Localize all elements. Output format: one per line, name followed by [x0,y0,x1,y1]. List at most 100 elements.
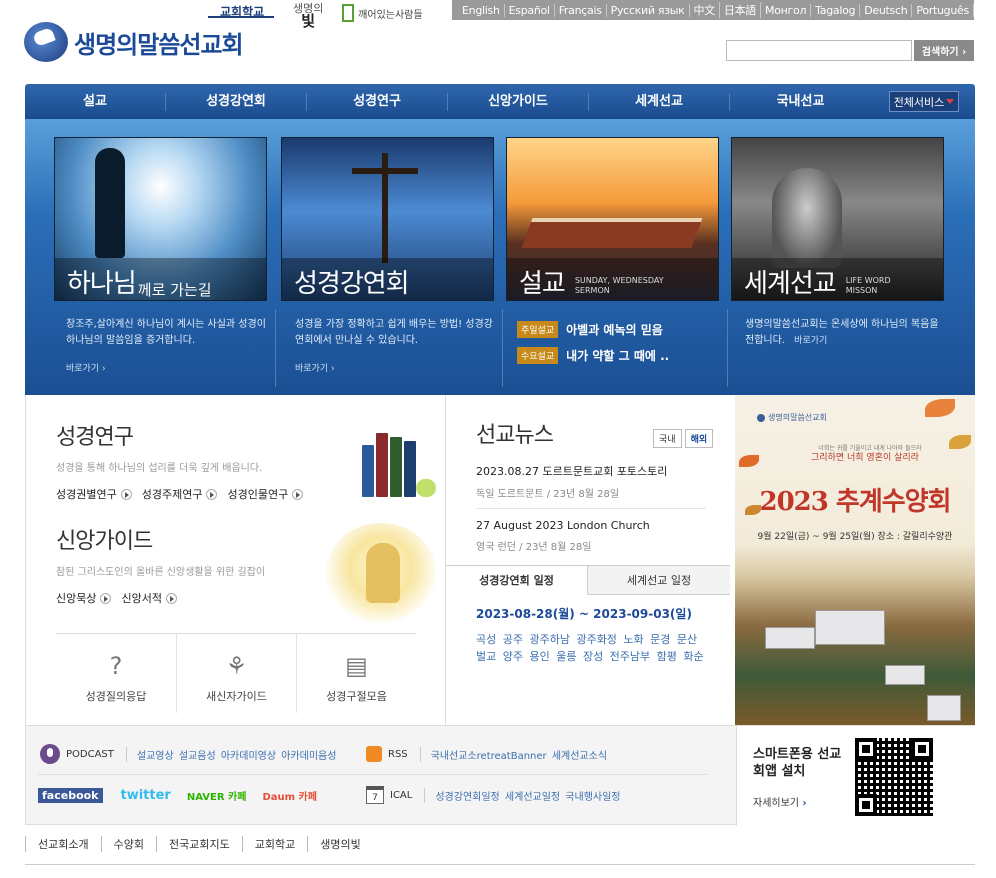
quick-link-label: 새신자가이드 [206,690,267,703]
footer-link-church-map[interactable]: 전국교회지도 [155,836,242,852]
news-item[interactable]: 2023.08.27 도르트문트교회 포토스토리 독일 도르트문트 / 23년 … [476,463,706,500]
hero-card-sermon[interactable]: 설교 SUNDAY, WEDNESDAY SERMON [506,137,719,301]
tab-lecture-schedule[interactable]: 성경강연회 일정 [446,565,588,595]
arrow-right-icon [165,592,177,604]
section-subtitle: 참된 그리스도인의 올바른 신앙생활을 위한 길잡이 [56,567,266,578]
study-link-books[interactable]: 성경권별연구 [56,486,132,502]
naver-cafe-link[interactable]: NAVER 카페 [187,788,247,803]
lang-english[interactable]: English [458,3,505,17]
rss-row: RSS 국내선교소retreatBanner 세계선교소식 [366,746,607,762]
quick-links: ? 성경질의응답 ⚘ 새신자가이드 ▤ 성경구절모음 [56,633,416,713]
facebook-link[interactable]: facebook [38,788,103,803]
hero-card-title: 성경강연회 [294,269,410,299]
search-button[interactable]: 검색하기 › [914,40,974,61]
arrow-right-icon [292,488,304,500]
bible-study-section: 성경연구 성경을 통해 하나님의 섭리를 더욱 깊게 배웁니다. 성경권별연구 … [56,419,313,502]
tab-overseas[interactable]: 해외 [684,429,714,448]
poster-org: 생명의말씀선교회 [757,412,827,423]
hero-card-title: 하나님 [67,269,137,299]
podcast-row: PODCAST 설교영상 설교음성 아카데미영상 아카데미음성 [40,744,336,764]
footer-link-church-school[interactable]: 교회학교 [241,836,307,852]
study-link-people[interactable]: 성경인물연구 [227,486,304,502]
section-title[interactable]: 선교뉴스 [476,417,554,449]
lang-spanish[interactable]: Español [505,3,555,17]
study-link-label: 성경주제연구 [141,488,203,501]
sermon-wednesday[interactable]: 수요설교 내가 약할 그 때에 .. [517,347,669,364]
hero-card-mission[interactable]: 세계선교 LIFE WORD MISSON [731,137,944,301]
study-links: 성경권별연구 성경주제연구 성경인물연구 [56,486,313,502]
lang-chinese[interactable]: 中文 [690,2,720,18]
quick-link-qa[interactable]: ? 성경질의응답 [56,634,176,713]
lang-tagalog[interactable]: Tagalog [811,3,861,17]
nav-item-domestic-mission[interactable]: 국내선교 [730,93,871,111]
lang-german[interactable]: Deutsch [860,3,913,17]
hero-more-mission[interactable]: 바로가기 [794,336,827,346]
hero-card-title-suffix: 께로 가는길 [137,281,212,299]
rss-links[interactable]: 국내선교소retreatBanner 세계선교소식 [419,746,607,762]
leaf-decoration [925,399,955,417]
app-more-link[interactable]: 자세히보기 [753,794,807,809]
tab-mission-schedule[interactable]: 세계선교 일정 [588,565,730,595]
podcast-links[interactable]: 설교영상 설교음성 아카데미영상 아카데미음성 [125,746,336,762]
book-spine [390,437,402,497]
building-image [885,665,925,685]
quick-link-newcomer[interactable]: ⚘ 새신자가이드 [176,634,296,713]
leaf-decoration [739,455,759,467]
hero-more-lecture[interactable]: 바로가기 [295,361,335,374]
hero-card-lecture[interactable]: 성경강연회 [281,137,494,301]
awake-people-link[interactable]: 깨어있는사람들 [342,4,423,22]
news-title: 2023.08.27 도르트문트교회 포토스토리 [476,465,668,478]
nav-item-world-mission[interactable]: 세계선교 [589,92,730,111]
quick-link-verses[interactable]: ▤ 성경구절모음 [296,634,416,713]
nav-item-lecture[interactable]: 성경강연회 [166,92,307,111]
twitter-link[interactable]: twitter [121,788,171,803]
church-school-link[interactable]: 교회학교 [208,0,275,19]
quick-link-label: 성경질의응답 [85,690,147,703]
section-title[interactable]: 성경연구 [56,419,313,451]
lang-japanese[interactable]: 日本語 [720,2,762,18]
daum-cafe-link[interactable]: Daum 카페 [262,788,316,803]
nav-item-sermon[interactable]: 설교 [25,92,166,111]
search-input[interactable] [726,40,912,61]
footer-link-light-of-life[interactable]: 생명의빛 [307,836,372,852]
lang-russian[interactable]: Русский язык [607,3,690,17]
arrow-right-icon [206,488,218,500]
lang-french[interactable]: Français [555,3,607,17]
hero-card-god[interactable]: 하나님 께로 가는길 [54,137,267,301]
faith-guide-section: 신앙가이드 참된 그리스도인의 올바른 신앙생활을 위한 길잡이 신앙묵상 신앙… [56,523,265,606]
rss-icon [366,746,382,762]
app-install-box[interactable]: 스마트폰용 선교회앱 설치 자세히보기 [736,726,976,826]
awake-people-label: 깨어있는사람들 [358,9,423,21]
retreat-poster[interactable]: 생명의말씀선교회 너희는 귀를 기울이고 내게 나아와 들으라 그리하면 너희 … [735,395,975,725]
guide-link-label: 신앙서적 [121,592,162,605]
poster-title: 2023 추계수양회 [759,487,951,517]
rss-label: RSS [388,748,408,760]
figure-illustration [366,543,400,603]
all-services-button[interactable]: 전체서비스 [889,91,959,112]
hero-desc-god: 창조주,살아계신 하나님이 계시는 사실과 성경이 하나님의 말씀임을 증거합니… [66,319,266,346]
lang-mongolian[interactable]: Монгол [761,3,812,17]
nav-item-bible-study[interactable]: 성경연구 [307,92,448,111]
building-image [765,627,815,649]
schedule-cities[interactable]: 곡성 공주 광주하남 광주화정 노화 문경 문산 벌교 양주 용인 울릉 장성 … [476,631,706,665]
study-link-topics[interactable]: 성경주제연구 [142,486,218,502]
sermon-sunday[interactable]: 주일설교 아벨과 예녹의 믿음 [517,321,663,338]
qr-eye [911,738,933,760]
guide-link-books[interactable]: 신앙서적 [121,590,177,606]
footer-link-retreat[interactable]: 수양회 [100,836,156,852]
book-spine [404,441,416,497]
lang-nepali[interactable]: नेपाली [974,3,996,18]
guide-link-meditation[interactable]: 신앙묵상 [56,590,112,606]
nav-item-faith-guide[interactable]: 신앙가이드 [448,92,589,111]
hero-card-caption: 세계선교 LIFE WORD MISSON [732,258,943,300]
tab-domestic[interactable]: 국내 [653,429,682,448]
study-link-label: 성경인물연구 [227,488,289,501]
light-of-life-link[interactable]: 생명의 빛 [288,2,328,29]
ical-links[interactable]: 성경강연회일정 세계선교일정 국내행사일정 [424,787,621,803]
section-title[interactable]: 신앙가이드 [56,523,265,555]
hero-more-god[interactable]: 바로가기 [66,361,106,374]
sermon-title: 내가 약할 그 때에 .. [566,349,670,363]
lang-portuguese[interactable]: Português [912,3,974,17]
footer-link-about[interactable]: 선교회소개 [25,836,101,852]
news-item[interactable]: 27 August 2023 London Church 영국 런던 / 23년… [476,519,706,553]
